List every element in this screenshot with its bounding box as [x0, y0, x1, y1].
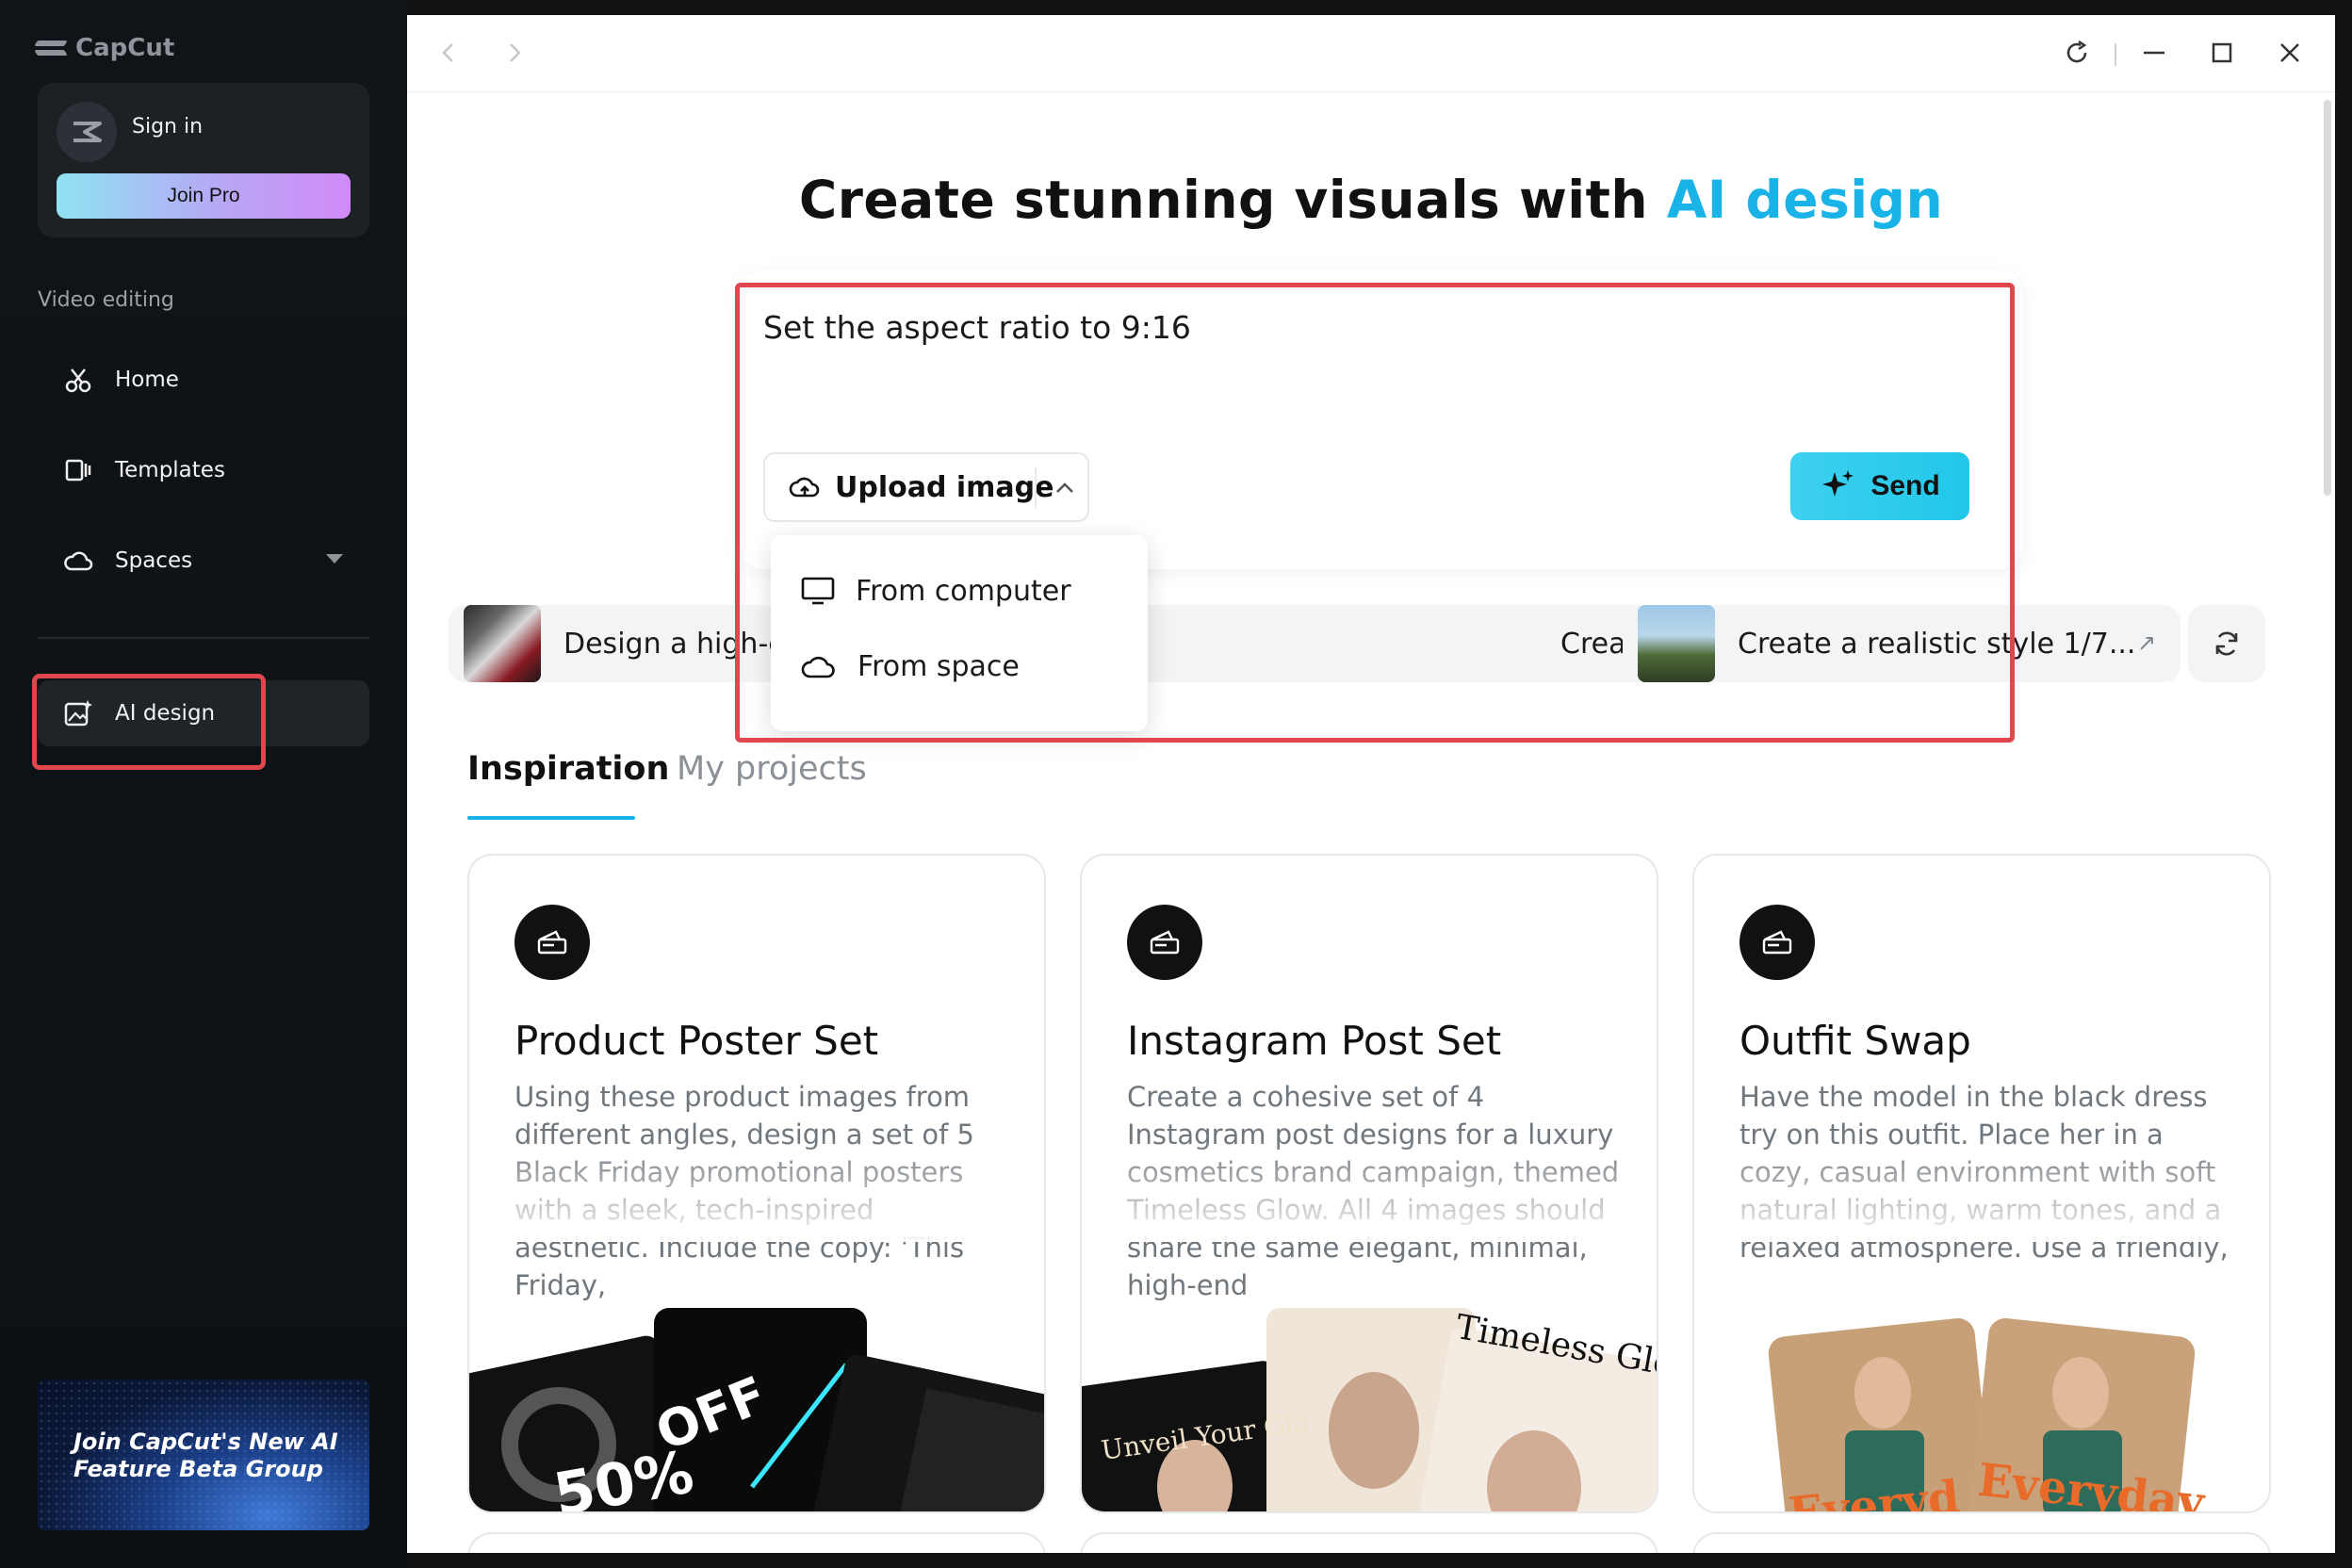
- card-title: Outfit Swap: [1740, 1018, 1971, 1064]
- page-title-prefix: Create stunning visuals with: [798, 170, 1667, 230]
- chevron-down-icon[interactable]: [326, 554, 343, 564]
- sidebar-item-label: Templates: [115, 458, 225, 482]
- inspiration-card-instagram-post[interactable]: Instagram Post Set Create a cohesive set…: [1080, 854, 1658, 1513]
- refresh-icon[interactable]: [2058, 34, 2096, 72]
- inspiration-card-product-poster[interactable]: Product Poster Set Using these product i…: [467, 854, 1046, 1513]
- capcut-avatar-icon: [74, 122, 102, 142]
- sidebar: CapCut Sign in Join Pro Video editing Ho…: [0, 0, 407, 1568]
- tab-inspiration[interactable]: Inspiration: [467, 750, 669, 788]
- card-artwork: Unveil Your Glo Timeless Glow: [1082, 1308, 1657, 1511]
- section-label-video-editing: Video editing: [38, 288, 174, 312]
- back-icon[interactable]: [430, 34, 467, 72]
- close-icon[interactable]: [2271, 34, 2309, 72]
- promo-banner[interactable]: Join CapCut's New AI Feature Beta Group: [38, 1380, 369, 1530]
- sidebar-item-home[interactable]: Home: [38, 347, 369, 413]
- templates-icon: [62, 454, 94, 486]
- scrollbar[interactable]: [2324, 100, 2331, 496]
- brand-name: CapCut: [75, 34, 175, 62]
- forward-icon[interactable]: [496, 34, 533, 72]
- brand-logo: CapCut: [36, 34, 174, 62]
- minimize-icon[interactable]: [2135, 34, 2173, 72]
- sidebar-item-spaces[interactable]: Spaces: [38, 528, 369, 594]
- card-title: Instagram Post Set: [1127, 1018, 1502, 1064]
- account-card: Sign in Join Pro: [38, 83, 369, 237]
- promo-text: Join CapCut's New AI Feature Beta Group: [74, 1429, 338, 1482]
- refresh-suggestions-button[interactable]: [2188, 605, 2265, 682]
- wallet-icon: [1127, 905, 1202, 980]
- card-title: Product Poster Set: [514, 1018, 879, 1064]
- sign-in-link[interactable]: Sign in: [132, 115, 203, 139]
- capcut-logo-icon: [36, 37, 66, 59]
- highlight-box-prompt: [735, 283, 2015, 743]
- suggestion-chip-1[interactable]: Design a high-er: [449, 605, 780, 682]
- card-artwork: Everyd Everyday: [1768, 1317, 2209, 1511]
- inspiration-card-outfit-swap[interactable]: Outfit Swap Have the model in the black …: [1692, 854, 2271, 1513]
- sidebar-item-templates[interactable]: Templates: [38, 437, 369, 503]
- sidebar-divider: [38, 637, 369, 639]
- title-bar: [407, 15, 2335, 92]
- arrow-up-right-icon: ↗: [2136, 629, 2156, 656]
- text-fade: [1082, 1138, 1657, 1242]
- main-panel: Create stunning visuals with AI design S…: [407, 15, 2335, 1553]
- sidebar-item-label: Home: [115, 368, 179, 392]
- inspiration-card-partial[interactable]: [1080, 1532, 1658, 1553]
- refresh-icon: [2215, 631, 2238, 656]
- titlebar-separator: [2115, 43, 2116, 66]
- avatar[interactable]: [57, 102, 117, 162]
- cloud-icon: [62, 545, 94, 577]
- maximize-icon[interactable]: [2203, 34, 2241, 72]
- wallet-icon: [514, 905, 590, 980]
- highlight-box-ai-design: [32, 674, 266, 770]
- inspiration-card-partial[interactable]: [467, 1532, 1046, 1553]
- card-artwork: 50% OFF: [469, 1308, 1044, 1511]
- tab-my-projects[interactable]: My projects: [677, 750, 867, 788]
- suggestion-thumbnail: [464, 605, 541, 682]
- wallet-icon: [1740, 905, 1815, 980]
- sidebar-item-label: Spaces: [115, 548, 193, 573]
- page-title-accent: AI design: [1666, 170, 1944, 230]
- active-tab-indicator: [467, 816, 635, 820]
- scissors-icon: [62, 364, 94, 396]
- join-pro-button[interactable]: Join Pro: [57, 173, 351, 219]
- app-window: CapCut Sign in Join Pro Video editing Ho…: [0, 0, 2352, 1568]
- inspiration-card-partial[interactable]: [1692, 1532, 2271, 1553]
- text-fade: [469, 1138, 1044, 1242]
- text-fade: [1694, 1138, 2269, 1242]
- page-title: Create stunning visuals with AI design: [407, 170, 2335, 230]
